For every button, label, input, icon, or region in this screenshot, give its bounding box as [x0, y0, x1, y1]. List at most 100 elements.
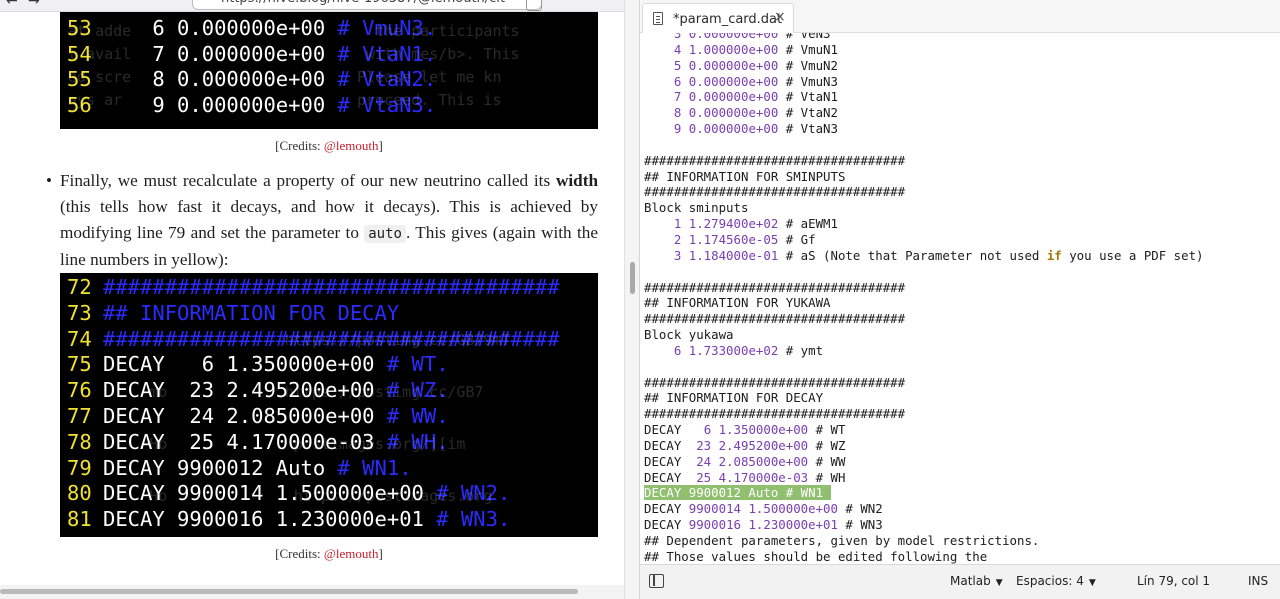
code-text: DECAY 9900016 1.230000e+01	[103, 507, 437, 532]
editor-code-area[interactable]: 3 0.000000e+00 # VeN3 4 1.000000e+00 # V…	[640, 33, 1280, 564]
editor-text: # VtaN2	[778, 105, 838, 121]
chevron-down-icon: ▼	[995, 578, 1003, 588]
editor-number: 6 1.733000e+02	[673, 342, 779, 358]
code2-line: 78 DECAY 25 4.170000e-03 # WH.	[60, 430, 598, 456]
editor-number: 9900016 1.230000e+01	[688, 517, 838, 533]
editor-number: 1 1.279400e+02	[673, 216, 779, 232]
editor-text: ## Those values should be edited followi…	[644, 548, 988, 564]
credits-prefix: [Credits:	[275, 138, 324, 153]
editor-text: you use a PDF set)	[1061, 247, 1204, 263]
line-number: 56	[67, 93, 92, 118]
editor-line: 6 0.000000e+00 # VmuN3	[640, 74, 1280, 90]
editor-number: 24 2.085000e+00	[696, 453, 809, 469]
editor-number: 6 0.000000e+00	[673, 73, 779, 89]
editor-text: ## INFORMATION FOR SMINPUTS	[644, 168, 846, 184]
tab-param-card[interactable]: *param_card.dat ×	[642, 3, 794, 33]
code-comment: # WZ.	[386, 378, 449, 403]
code-comment: # VtaN1.	[337, 41, 437, 66]
editor-line: 3 1.184000e-01 # aS (Note that Parameter…	[640, 248, 1280, 264]
editor-text	[644, 58, 674, 73]
editor-number: 5 0.000000e+00	[673, 57, 779, 73]
editor-line: ## Those values should be edited followi…	[640, 549, 1280, 564]
document-icon	[653, 12, 663, 25]
editor-number: 3 0.000000e+00	[673, 33, 779, 41]
editor-text: DECAY	[644, 517, 689, 533]
insert-mode[interactable]: INS	[1248, 574, 1268, 588]
editor-text: ###################################	[644, 406, 906, 422]
editor-number: 9900014 1.500000e+00	[688, 501, 838, 517]
credits-author-link[interactable]: @lemouth	[324, 138, 379, 153]
line-number: 76	[67, 378, 92, 403]
editor-text: # Gf	[778, 231, 816, 247]
code2-line: 74 #####################################	[60, 327, 598, 353]
editor-line: 8 0.000000e+00 # VtaN2	[640, 105, 1280, 121]
code1-line: 56 9 0.000000e+00 # VtaN3.	[60, 93, 598, 119]
credits-prefix: [Credits:	[275, 546, 324, 561]
editor-text	[644, 121, 674, 136]
editor-text: DECAY	[644, 422, 704, 438]
editor-text: Block yukawa	[644, 327, 734, 343]
editor-text	[644, 74, 674, 89]
splitter-handle[interactable]	[630, 262, 635, 294]
editor-line: DECAY 25 4.170000e-03 # WH	[640, 470, 1280, 486]
pane-splitter[interactable]	[624, 0, 640, 599]
code-comment: # WT.	[386, 352, 449, 377]
tab-width-selector[interactable]: Espacios: 4 ▼	[1016, 574, 1096, 588]
editor-text: ###################################	[644, 311, 906, 327]
code2-line: 81 DECAY 9900016 1.230000e+01 # WN3.	[60, 507, 598, 533]
horizontal-scrollbar-thumb[interactable]	[0, 589, 578, 594]
line-number: 55	[67, 67, 92, 92]
editor-text	[644, 248, 674, 263]
credits-author-link[interactable]: @lemouth	[324, 546, 379, 561]
editor-line: ###################################	[640, 311, 1280, 327]
language-label: Matlab	[950, 574, 991, 588]
editor-line: ###################################	[640, 406, 1280, 422]
credits-1: [Credits: @lemouth]	[60, 138, 598, 154]
tab-close-icon[interactable]: ×	[774, 9, 786, 25]
credits-2: [Credits: @lemouth]	[60, 546, 598, 562]
code-comment: #####################################	[103, 275, 560, 299]
editor-line: 9 0.000000e+00 # VtaN3	[640, 121, 1280, 137]
bullet-text-1: Finally, we must recalculate a property …	[60, 171, 556, 190]
editor-text: # VmuN2	[778, 57, 838, 73]
side-panel-toggle-icon[interactable]	[649, 574, 664, 588]
editor-number: 9 0.000000e+00	[673, 121, 779, 137]
editor-text: # ymt	[778, 342, 824, 358]
language-selector[interactable]: Matlab ▼	[950, 574, 1003, 588]
editor-line: ## INFORMATION FOR DECAY	[640, 390, 1280, 406]
editor-line: Block sminputs	[640, 200, 1280, 216]
editor-number: 25 4.170000e-03	[696, 469, 809, 485]
code2-line: 76 DECAY 23 2.495200e+00 # WZ.	[60, 378, 598, 404]
code-comment: # VmuN3.	[337, 15, 437, 40]
editor-text: # WH	[808, 469, 846, 485]
line-number: 73	[67, 300, 92, 325]
editor-text	[644, 343, 674, 358]
editor-text: ###################################	[644, 184, 906, 200]
url-bar[interactable]: https://hive.blog/hive-196387/@lemouth/c…	[192, 0, 542, 10]
editor-text: # WN3	[837, 517, 883, 533]
code2-line: 80 DECAY 9900014 1.500000e+00 # WN2.	[60, 481, 598, 507]
cursor-position[interactable]: Lín 79, col 1	[1137, 574, 1210, 588]
editor-line-highlighted: DECAY 9900012 Auto # WN1	[640, 485, 1280, 501]
line-number: 72	[67, 275, 92, 299]
code-comment: # WW.	[386, 403, 449, 428]
code-text: 7 0.000000e+00	[103, 41, 338, 66]
code2-line: 72 #####################################	[60, 275, 598, 301]
line-number: 54	[67, 41, 92, 66]
editor-line: Block yukawa	[640, 327, 1280, 343]
line-number: 77	[67, 403, 92, 428]
back-arrow-icon[interactable]: ←	[6, 0, 18, 9]
editor-number: 23 2.495200e+00	[696, 437, 809, 453]
editor-line: 6 1.733000e+02 # ymt	[640, 343, 1280, 359]
editor-line: 5 0.000000e+00 # VmuN2	[640, 58, 1280, 74]
browser-menu-icon[interactable]	[526, 0, 542, 11]
editor-text	[644, 232, 674, 247]
editor-line: ## INFORMATION FOR YUKAWA	[640, 295, 1280, 311]
code-comment: # WH.	[386, 429, 449, 454]
editor-text: # WN2	[837, 501, 883, 517]
editor-number: 4 1.000000e+00	[673, 41, 779, 57]
forward-arrow-icon[interactable]: →	[28, 0, 40, 9]
editor-number: 7 0.000000e+00	[673, 89, 779, 105]
bullet-bold-width: width	[555, 171, 598, 190]
